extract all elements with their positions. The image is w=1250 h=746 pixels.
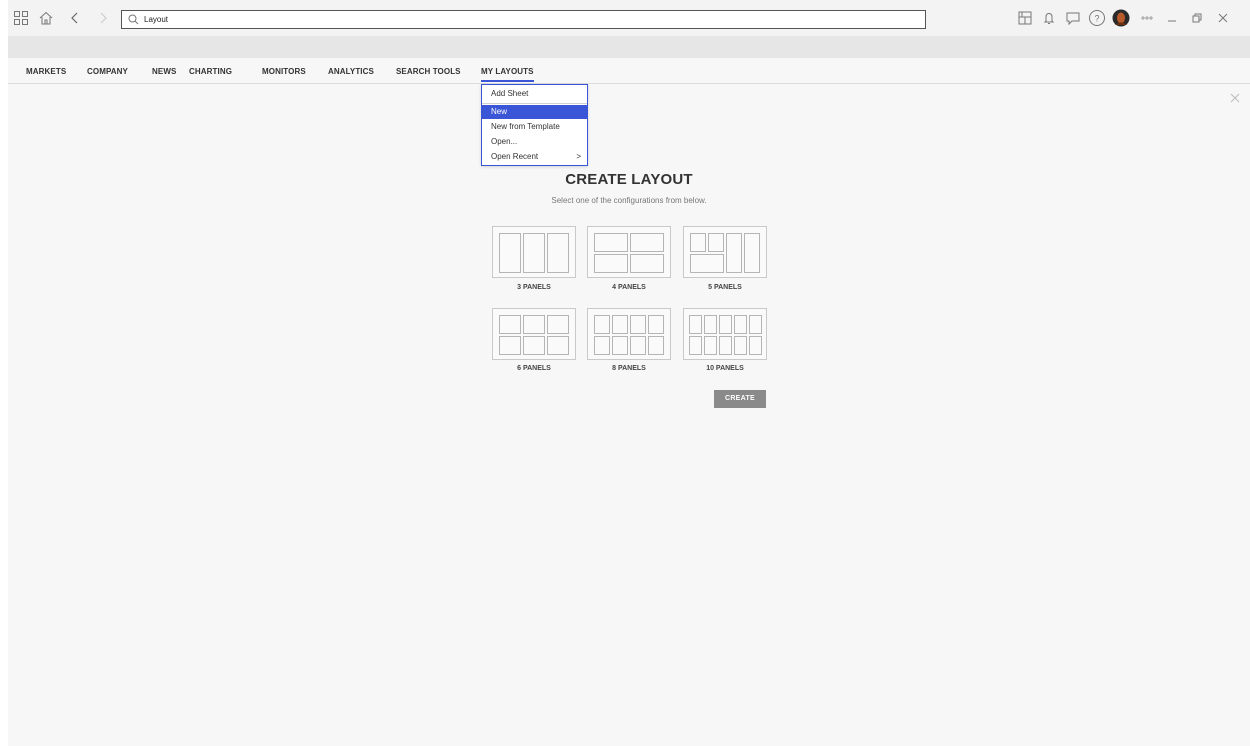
- panel-cell: [689, 336, 702, 355]
- search-input[interactable]: [144, 15, 844, 24]
- app-window: ? MARKETS COMPANY NEWS CHARTING MONITORS…: [8, 0, 1250, 746]
- bell-icon[interactable]: [1040, 9, 1058, 27]
- panel-cell: [523, 233, 545, 273]
- menu-item-open-recent[interactable]: Open Recent >: [482, 150, 587, 164]
- menu-item-add-sheet[interactable]: Add Sheet: [482, 87, 587, 101]
- panel-cell: [726, 233, 742, 273]
- layout-option-label: 10 PANELS: [706, 365, 744, 372]
- my-layouts-menu: Add Sheet New New from Template Open... …: [481, 84, 588, 166]
- create-button[interactable]: CREATE: [714, 390, 766, 408]
- nav-item-my-layouts[interactable]: MY LAYOUTS: [481, 67, 534, 82]
- layout-option-8-panels[interactable]: [587, 308, 671, 360]
- panel-cell: [734, 336, 747, 355]
- layout-option-label: 4 PANELS: [612, 284, 646, 291]
- nav-item-search-tools[interactable]: SEARCH TOOLS: [396, 67, 461, 76]
- panel-cell: [612, 315, 628, 334]
- chat-icon[interactable]: [1064, 9, 1082, 27]
- chevron-right-icon: >: [576, 152, 581, 161]
- panel-cell: [749, 336, 762, 355]
- nav-item-charting[interactable]: CHARTING: [189, 67, 232, 76]
- menu-divider: [482, 103, 587, 104]
- sub-toolbar: [8, 36, 1250, 58]
- layout-option-label: 8 PANELS: [612, 365, 646, 372]
- nav-item-company[interactable]: COMPANY: [87, 67, 128, 76]
- panel-cell: [594, 254, 628, 273]
- svg-text:?: ?: [1094, 14, 1099, 24]
- panel-cell: [630, 336, 646, 355]
- layout-option-label: 6 PANELS: [517, 365, 551, 372]
- layout-option-10-panels[interactable]: [683, 308, 767, 360]
- minimize-icon[interactable]: [1163, 9, 1181, 27]
- panel-cell: [690, 254, 724, 273]
- restore-icon[interactable]: [1188, 9, 1206, 27]
- panel-cell: [499, 336, 521, 355]
- panel-cell: [594, 336, 610, 355]
- close-icon[interactable]: [1214, 9, 1232, 27]
- panel-cell: [630, 315, 646, 334]
- panel-cell: [547, 233, 569, 273]
- panel-cell: [734, 315, 747, 334]
- panel-cell: [523, 315, 545, 334]
- create-layout-title: CREATE LAYOUT: [565, 171, 693, 188]
- panel-cell: [499, 233, 521, 273]
- menu-item-open[interactable]: Open...: [482, 135, 587, 149]
- panel-cell: [708, 233, 724, 252]
- nav-item-markets[interactable]: MARKETS: [26, 67, 66, 76]
- main-nav: MARKETS COMPANY NEWS CHARTING MONITORS A…: [8, 58, 1250, 84]
- panel-cell: [648, 336, 664, 355]
- nav-item-news[interactable]: NEWS: [152, 67, 176, 76]
- panel-cell: [719, 336, 732, 355]
- panel-cell: [648, 315, 664, 334]
- panel-cell: [594, 315, 610, 334]
- search-bar[interactable]: [121, 10, 926, 29]
- panel-cell: [690, 233, 706, 252]
- panel-cell: [704, 336, 717, 355]
- layout-option-4-panels[interactable]: [587, 226, 671, 278]
- avatar[interactable]: [1112, 9, 1130, 27]
- back-arrow-icon[interactable]: [66, 9, 84, 27]
- panel-cell: [499, 315, 521, 334]
- title-bar: ?: [8, 0, 1250, 36]
- panel-cell: [594, 233, 628, 252]
- help-icon[interactable]: ?: [1088, 9, 1106, 27]
- panel-cell: [719, 315, 732, 334]
- panel-cell: [612, 336, 628, 355]
- panel-cell: [630, 233, 664, 252]
- nav-item-analytics[interactable]: ANALYTICS: [328, 67, 374, 76]
- close-panel-icon[interactable]: [1229, 91, 1243, 105]
- layout-option-5-panels[interactable]: [683, 226, 767, 278]
- panel-cell: [689, 315, 702, 334]
- layout-option-label: 5 PANELS: [708, 284, 742, 291]
- panel-cell: [630, 254, 664, 273]
- apps-grid-icon[interactable]: [12, 9, 30, 27]
- panel-cell: [744, 233, 760, 273]
- panel-cell: [704, 315, 717, 334]
- panel-cell: [547, 336, 569, 355]
- search-icon: [125, 12, 141, 28]
- panel-cell: [749, 315, 762, 334]
- forward-arrow-icon[interactable]: [94, 9, 112, 27]
- menu-item-new-from-template[interactable]: New from Template: [482, 120, 587, 134]
- panel-cell: [523, 336, 545, 355]
- menu-item-new[interactable]: New: [482, 105, 587, 119]
- layout-icon[interactable]: [1016, 9, 1034, 27]
- layout-option-3-panels[interactable]: [492, 226, 576, 278]
- layout-option-label: 3 PANELS: [517, 284, 551, 291]
- layout-option-6-panels[interactable]: [492, 308, 576, 360]
- home-icon[interactable]: [37, 9, 55, 27]
- panel-cell: [547, 315, 569, 334]
- more-icon[interactable]: [1138, 9, 1156, 27]
- nav-item-monitors[interactable]: MONITORS: [262, 67, 306, 76]
- create-layout-subtitle: Select one of the configurations from be…: [551, 196, 707, 205]
